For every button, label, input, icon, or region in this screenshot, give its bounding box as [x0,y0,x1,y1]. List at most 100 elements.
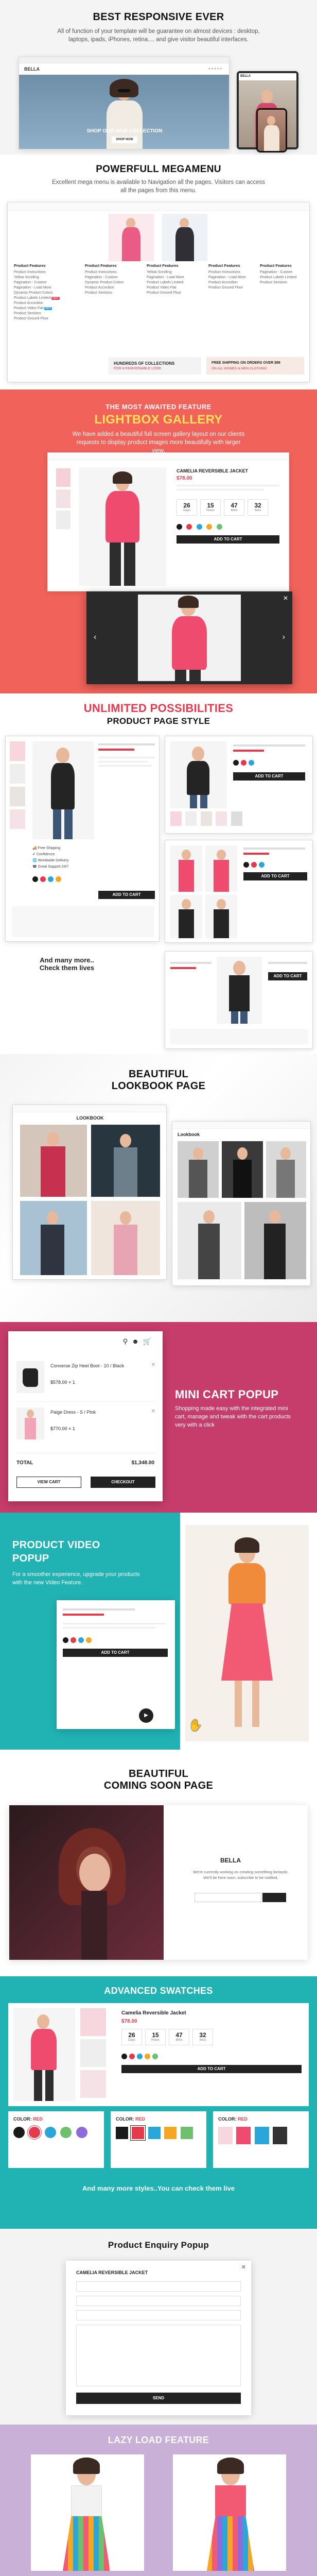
menu-item[interactable]: Product Accordion [14,301,76,306]
lookbook-image-1[interactable] [20,1125,87,1197]
swatch-image[interactable] [254,2127,269,2144]
product-layout-horizontal: ADD TO CART [165,736,313,834]
arrow-right-icon[interactable]: › [283,633,285,642]
video-frame[interactable]: ✋ [185,1525,309,1741]
product-main-image[interactable] [79,467,166,586]
megamenu-banner-shipping[interactable]: FREE SHIPPING ON ORDERS OVER $99 ON ALL … [206,357,304,375]
swatch-style-circles: COLOR: RED [8,2111,104,2168]
product-image-horizontal[interactable] [170,741,227,808]
swatch-orange[interactable] [206,524,213,530]
close-icon[interactable]: ✕ [283,595,288,602]
menu-item[interactable]: Dynamic Product Colors [14,291,76,296]
enquiry-popup: ✕ CAMELIA REVERSIBLE JACKET SEND [66,2261,251,2415]
menu-item[interactable]: Pagination - Custom [14,280,76,285]
menu-item[interactable]: Product Sections [14,311,76,316]
swatch-red[interactable] [186,524,192,530]
coming-soon-email-input[interactable] [195,1893,261,1902]
lightbox-overlay: ✕ ‹ › [86,591,292,684]
megamenu-column-2: Product Features Product Instructions Pag… [85,263,124,295]
megamenu-product-2[interactable] [162,214,207,261]
remove-item-icon[interactable]: ✕ [151,1409,155,1414]
enquiry-email-input[interactable] [76,2296,241,2306]
swatch-circle[interactable] [60,2127,72,2138]
menu-item[interactable]: Pagination - Load More [14,285,76,291]
cart-item-name[interactable]: Paige Dress - S / Pink [50,1410,143,1415]
lookbook-image-7[interactable] [266,1141,306,1198]
cart-item-image[interactable] [16,1408,44,1439]
checkout-button[interactable]: CHECKOUT [91,1477,155,1488]
lookbook-image-9[interactable] [244,1202,306,1279]
remove-item-icon[interactable]: ✕ [151,1362,155,1368]
close-icon[interactable]: ✕ [241,2264,246,2270]
lookbook-image-3[interactable] [20,1201,87,1275]
swatch-blue[interactable] [196,524,202,530]
responsive-title: BEST RESPONSIVE EVER [93,11,224,23]
coming-soon-section: BEAUTIFUL COMING SOON PAGE BELLA We're c… [0,1750,317,1976]
enquiry-phone-input[interactable] [76,2310,241,2320]
swatch-image[interactable] [273,2127,288,2144]
lightbox-image[interactable] [138,595,241,681]
grid-image-4[interactable] [205,895,237,938]
swatch-square[interactable] [164,2127,177,2139]
search-icon[interactable]: ⚲ [123,1337,132,1345]
lookbook-image-6[interactable] [222,1141,263,1198]
lookbook-image-5[interactable] [178,1141,219,1198]
product-image-large[interactable] [32,741,94,839]
lookbook-mockup-1: LOOKBOOK [12,1105,167,1280]
menu-item[interactable]: Product Ground Floor [14,316,76,321]
cart-item-name[interactable]: Converse Zip Heel Boot - 10 / Black [50,1363,143,1368]
add-to-cart-button-h[interactable]: ADD TO CART [233,772,305,781]
view-cart-button[interactable]: VIEW CART [16,1477,81,1488]
swatch-green[interactable] [216,524,222,530]
hero-caption: SHOP OUR NEW COLLECTION [86,128,163,134]
swatch-square[interactable] [130,2125,146,2141]
swatch-circle[interactable] [44,2127,56,2138]
swatch-circle[interactable] [76,2127,87,2138]
grid-image-1[interactable] [170,845,202,892]
lookbook-image-4[interactable] [91,1201,160,1275]
feature-free-shipping: 🚚 Free Shipping [32,846,61,850]
video-add-to-cart[interactable]: ADD TO CART [63,1649,168,1657]
product-thumbnails [56,468,74,529]
swatch-product-image[interactable] [13,2008,75,2101]
add-to-cart-button-v[interactable]: ADD TO CART [98,891,155,899]
swatch-image[interactable] [236,2127,251,2144]
enquiry-message-input[interactable] [76,2325,241,2386]
swatch-style-images: COLOR: RED [213,2111,309,2168]
megamenu-column-1: Product Features Product Instructions Ye… [14,263,76,321]
enquiry-submit-button[interactable]: SEND [76,2393,241,2404]
swatch-square[interactable] [148,2127,161,2139]
swatch-add-to-cart[interactable]: ADD TO CART [121,2065,302,2073]
add-to-cart-button[interactable]: ADD TO CART [177,535,279,544]
swatch-image[interactable] [218,2127,233,2144]
cart-icon[interactable]: 🛒 [143,1337,155,1345]
swatch-circle[interactable] [29,2127,41,2138]
menu-item[interactable]: Product Video Flat HOT [14,306,76,311]
lookbook-image-8[interactable] [178,1202,241,1279]
enquiry-name-input[interactable] [76,2281,241,2292]
user-icon[interactable]: ☻ [132,1337,143,1345]
swatch-square[interactable] [180,2127,193,2139]
megamenu-product-1[interactable] [109,214,154,261]
menu-item[interactable]: Product Labels Limited NEW [14,296,76,301]
megamenu-column-5: Product Features Pagination - Custom Prod… [260,263,297,284]
grid-image-2[interactable] [205,845,237,892]
hero-shop-button[interactable]: SHOP NOW [112,137,137,143]
coming-soon-title-b: COMING SOON PAGE [103,1780,214,1791]
swatch-square[interactable] [116,2127,128,2139]
lookbook-image-2[interactable] [91,1125,160,1197]
cart-item-image[interactable] [16,1361,44,1393]
play-video-icon[interactable]: ▶ [139,1708,153,1723]
megamenu-banner-collections[interactable]: HUNDREDS OF COLLECTIONS FOR A FASHIONABL… [109,357,201,375]
grid-image-3[interactable] [170,895,202,938]
arrow-left-icon[interactable]: ‹ [94,633,96,642]
menu-item[interactable]: Yellow Scrolling [14,275,76,280]
swatch-black[interactable] [177,524,182,530]
swatch-circle[interactable] [13,2127,25,2138]
menu-item[interactable]: Product Instructions [14,270,76,275]
centered-image[interactable] [217,957,262,1024]
coming-soon-subscribe-button[interactable] [262,1893,286,1902]
add-to-cart-button-g[interactable]: ADD TO CART [243,872,307,880]
feature-showcase-page: BEST RESPONSIVE EVER All of function of … [0,0,317,2576]
add-to-cart-button-c[interactable]: ADD TO CART [268,972,307,980]
